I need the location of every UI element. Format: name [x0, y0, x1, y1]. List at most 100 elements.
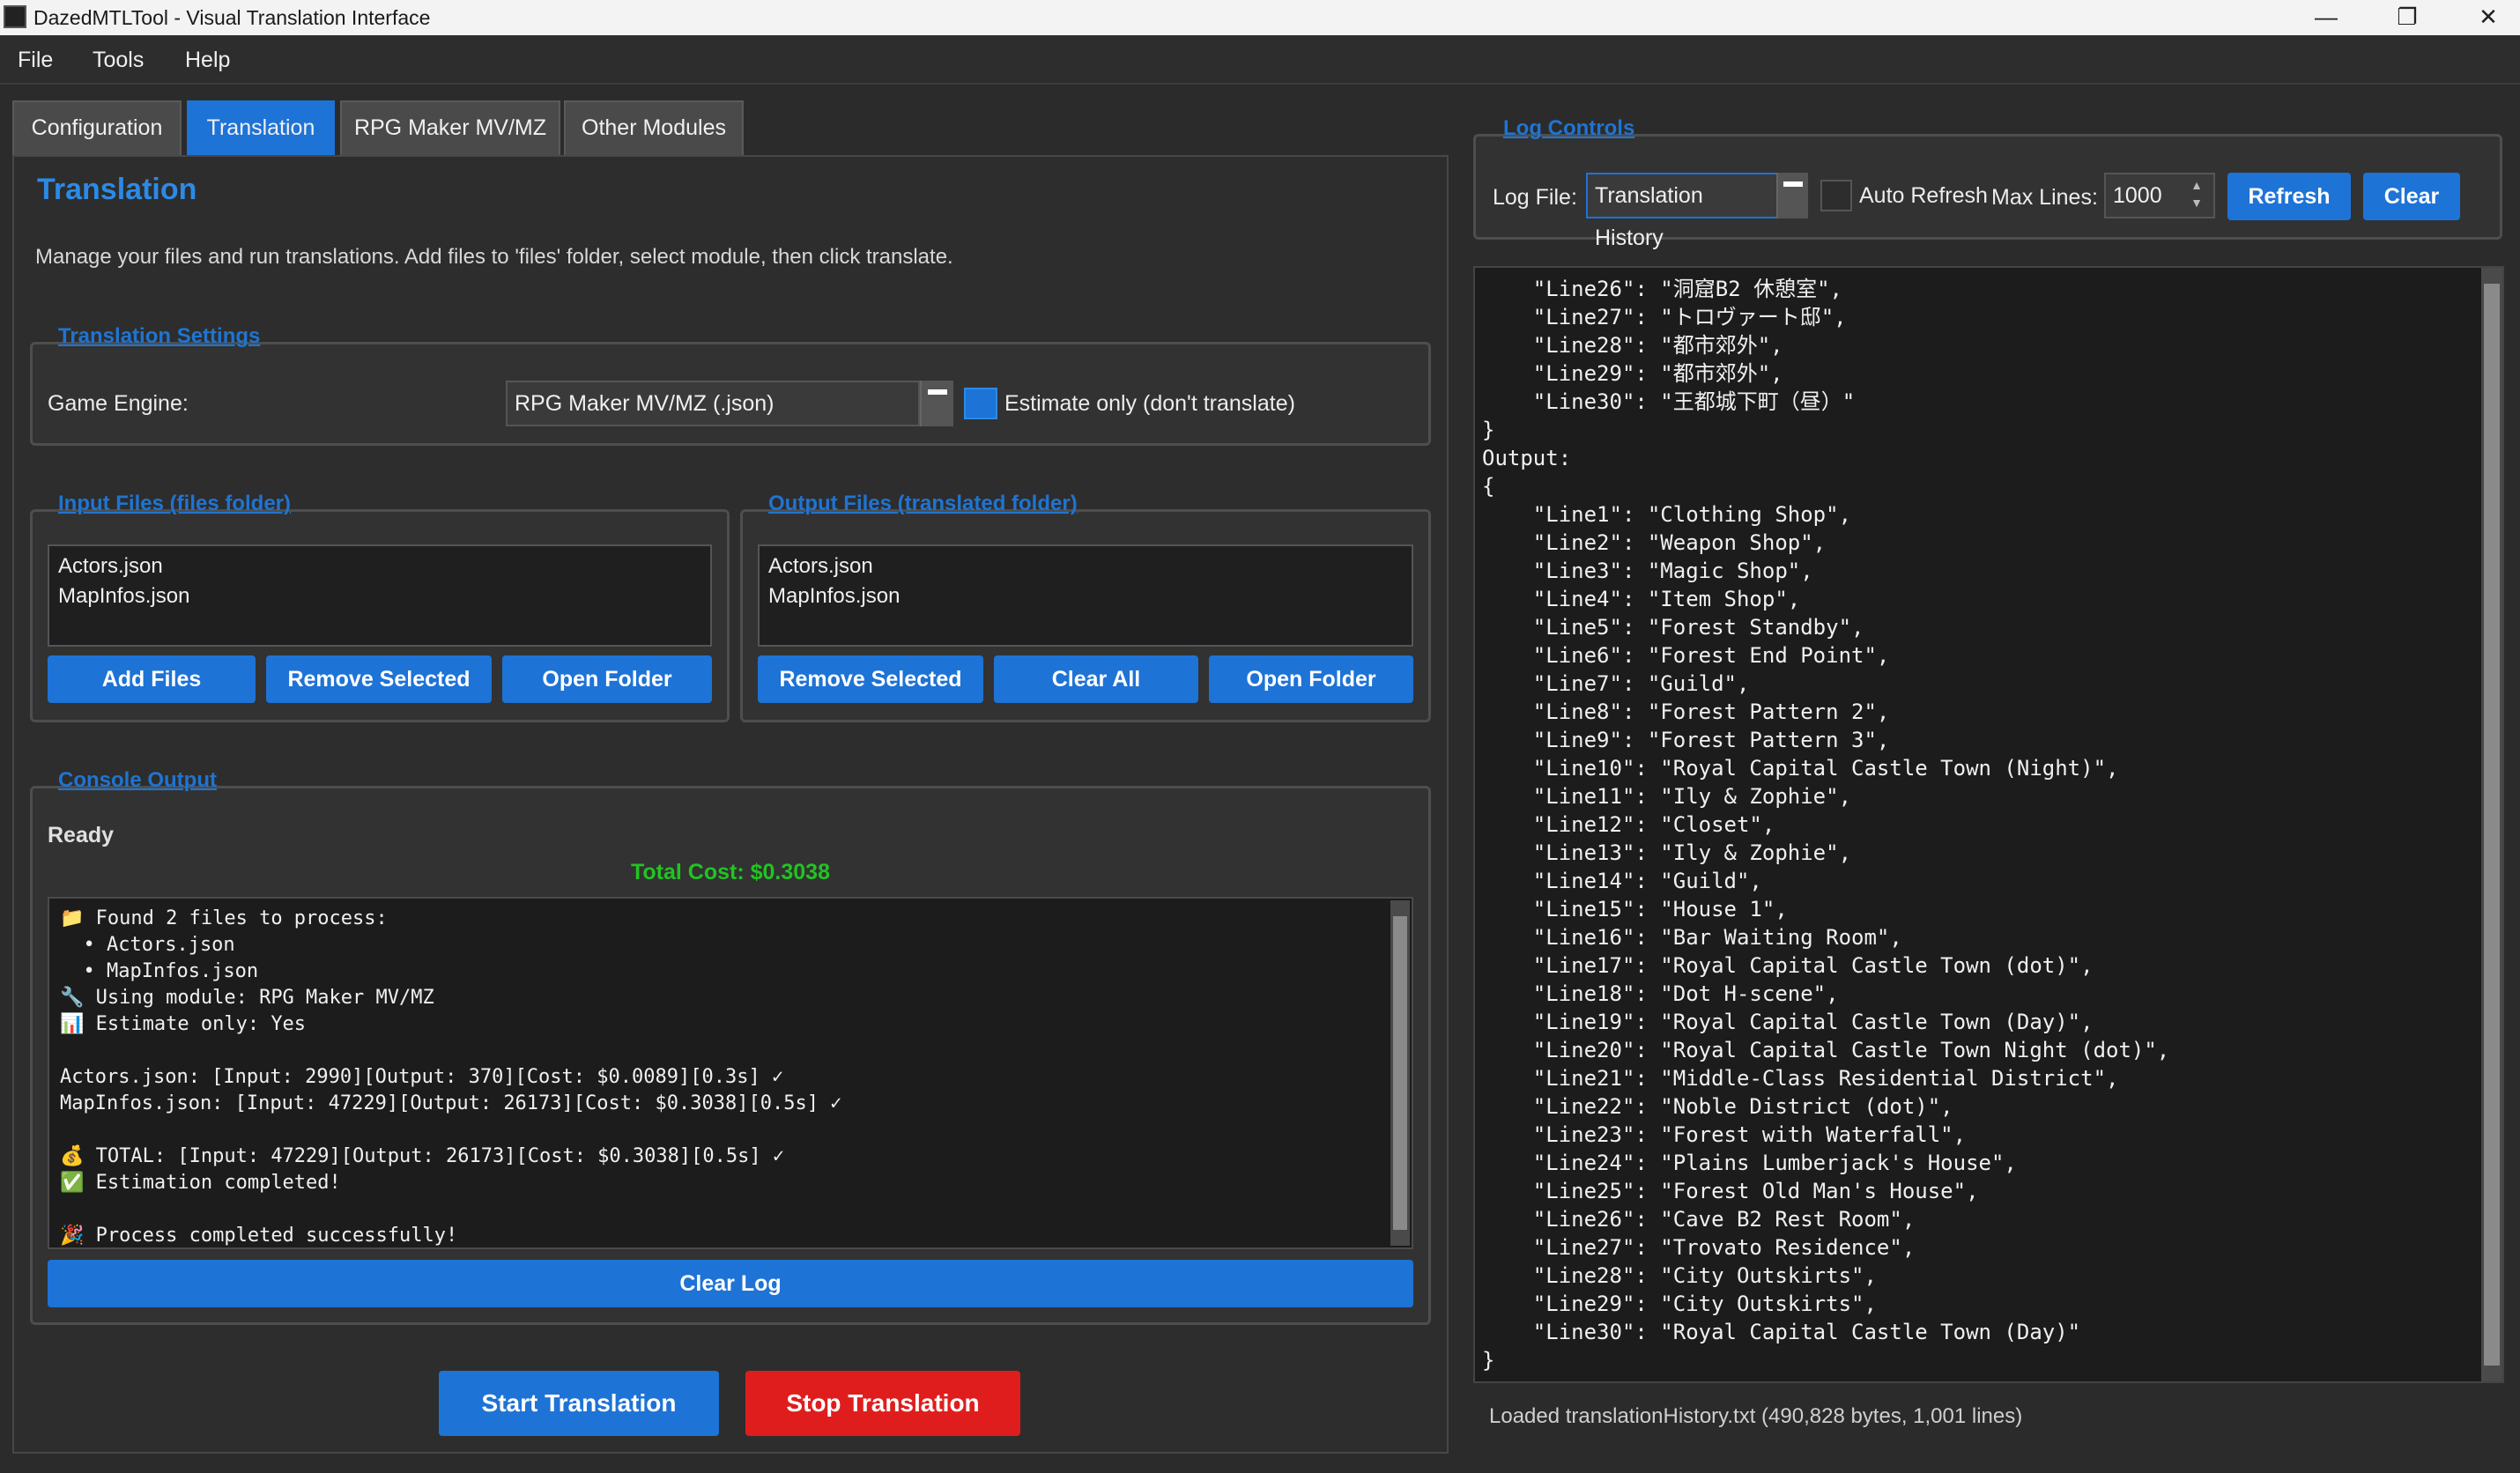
auto-refresh-label: Auto Refresh [1859, 183, 1988, 208]
max-lines-value: 1000 [2113, 183, 2162, 208]
clear-log-button[interactable]: Clear Log [48, 1260, 1413, 1307]
console-scrollbar[interactable] [1390, 900, 1410, 1246]
log-line: } [1482, 1348, 1495, 1373]
log-line: Output: [1482, 446, 1572, 470]
log-file-value: Translation History [1595, 183, 1703, 250]
input-files-list[interactable]: Actors.json MapInfos.json [48, 544, 712, 647]
console-line: 🎉 Process completed successfully! [60, 1225, 458, 1247]
log-line: "Line22": "Noble District (dot)", [1482, 1094, 1953, 1119]
max-lines-label: Max Lines: [1991, 185, 2098, 210]
log-line: "Line20": "Royal Capital Castle Town Nig… [1482, 1038, 2170, 1062]
tab-other-modules[interactable]: Other Modules [564, 100, 744, 157]
output-files-title: Output Files (translated folder) [768, 492, 1078, 515]
log-status-label: Loaded translationHistory.txt (490,828 b… [1489, 1404, 2023, 1428]
log-line: "Line21": "Middle-Class Residential Dist… [1482, 1066, 2119, 1091]
refresh-button[interactable]: Refresh [2227, 173, 2351, 220]
total-cost-label: Total Cost: $0.3038 [630, 860, 830, 885]
log-line: "Line27": "Trovato Residence", [1482, 1235, 1916, 1260]
log-file-label: Log File: [1493, 185, 1577, 210]
log-line: "Line30": "王都城下町（昼）" [1482, 389, 1856, 414]
log-controls-title: Log Controls [1503, 116, 1635, 140]
translation-settings-title: Translation Settings [58, 324, 261, 348]
list-item[interactable]: Actors.json [58, 551, 701, 581]
menu-tools[interactable]: Tools [93, 48, 144, 73]
output-files-list[interactable]: Actors.json MapInfos.json [758, 544, 1413, 647]
log-line: "Line4": "Item Shop", [1482, 587, 1801, 611]
log-line: "Line27": "トロヴァート邸", [1482, 305, 1847, 329]
list-item[interactable]: MapInfos.json [768, 581, 1403, 611]
title-bar: DazedMTLTool - Visual Translation Interf… [0, 0, 2520, 35]
log-line: "Line16": "Bar Waiting Room", [1482, 925, 1902, 950]
console-line: • Actors.json [60, 934, 235, 956]
log-content: "Line26": "洞窟B2 休憩室", "Line27": "トロヴァート邸… [1482, 275, 2169, 1374]
log-line: "Line29": "都市郊外", [1482, 361, 1783, 386]
log-line: "Line18": "Dot H-scene", [1482, 981, 1839, 1006]
log-line: "Line11": "Ily & Zophie", [1482, 784, 1852, 809]
console-line: Actors.json: [Input: 2990][Output: 370][… [60, 1066, 784, 1088]
console-line: ✅ Estimation completed! [60, 1172, 341, 1194]
start-translation-button[interactable]: Start Translation [439, 1371, 719, 1436]
log-line: "Line2": "Weapon Shop", [1482, 530, 1827, 555]
log-line: "Line24": "Plains Lumberjack's House", [1482, 1151, 2017, 1175]
list-item[interactable]: Actors.json [768, 551, 1403, 581]
page-description: Manage your files and run translations. … [35, 245, 953, 269]
log-line: "Line17": "Royal Capital Castle Town (do… [1482, 953, 2094, 978]
log-line: } [1482, 418, 1495, 442]
chevron-down-icon[interactable] [1776, 173, 1808, 218]
log-line: { [1482, 474, 1495, 499]
log-line: "Line1": "Clothing Shop", [1482, 502, 1852, 527]
tab-rpg-maker[interactable]: RPG Maker MV/MZ [340, 100, 560, 157]
estimate-only-checkbox[interactable] [964, 388, 997, 419]
menu-help[interactable]: Help [185, 48, 230, 73]
log-line: "Line23": "Forest with Waterfall", [1482, 1122, 1967, 1147]
log-line: "Line3": "Magic Shop", [1482, 559, 1813, 583]
log-line: "Line10": "Royal Capital Castle Town (Ni… [1482, 756, 2119, 781]
chevron-down-icon[interactable] [920, 381, 953, 426]
console-output-title: Console Output [58, 768, 217, 792]
console-line: 💰 TOTAL: [Input: 47229][Output: 26173][C… [60, 1145, 785, 1167]
output-remove-selected-button[interactable]: Remove Selected [758, 655, 983, 703]
log-line: "Line6": "Forest End Point", [1482, 643, 1890, 668]
close-button[interactable]: ✕ [2448, 0, 2520, 35]
clear-button[interactable]: Clear [2363, 173, 2460, 220]
log-file-select[interactable]: Translation History [1586, 173, 1778, 250]
game-engine-value: RPG Maker MV/MZ (.json) [515, 391, 775, 416]
menu-file[interactable]: File [18, 48, 53, 73]
game-engine-select[interactable]: RPG Maker MV/MZ (.json) [506, 381, 920, 426]
log-text-area[interactable]: "Line26": "洞窟B2 休憩室", "Line27": "トロヴァート邸… [1473, 266, 2504, 1383]
output-open-folder-button[interactable]: Open Folder [1209, 655, 1413, 703]
log-line: "Line15": "House 1", [1482, 897, 1788, 922]
log-line: "Line28": "都市郊外", [1482, 333, 1783, 358]
tab-configuration[interactable]: Configuration [12, 100, 182, 157]
input-remove-selected-button[interactable]: Remove Selected [266, 655, 492, 703]
log-scrollbar[interactable] [2481, 268, 2502, 1381]
input-open-folder-button[interactable]: Open Folder [502, 655, 712, 703]
input-files-title: Input Files (files folder) [58, 492, 292, 515]
tab-translation[interactable]: Translation [187, 100, 335, 157]
console-line: • MapInfos.json [60, 960, 259, 982]
clear-all-button[interactable]: Clear All [994, 655, 1198, 703]
log-line: "Line14": "Guild", [1482, 869, 1762, 893]
log-line: "Line7": "Guild", [1482, 671, 1750, 696]
console-scrollbar-thumb[interactable] [1393, 916, 1407, 1230]
log-line: "Line26": "Cave B2 Rest Room", [1482, 1207, 1916, 1232]
console-line: MapInfos.json: [Input: 47229][Output: 26… [60, 1092, 842, 1114]
log-line: "Line12": "Closet", [1482, 812, 1775, 837]
log-line: "Line9": "Forest Pattern 3", [1482, 728, 1890, 752]
page-title: Translation [37, 173, 197, 206]
app-icon [4, 5, 26, 28]
log-line: "Line29": "City Outskirts", [1482, 1292, 1877, 1316]
stop-translation-button[interactable]: Stop Translation [745, 1371, 1020, 1436]
list-item[interactable]: MapInfos.json [58, 581, 701, 611]
console-line: 📊 Estimate only: Yes [60, 1013, 307, 1035]
game-engine-label: Game Engine: [48, 391, 189, 416]
spinner-arrows-icon[interactable]: ▲ ▼ [2182, 176, 2212, 215]
log-scrollbar-thumb[interactable] [2484, 284, 2500, 1366]
log-line: "Line5": "Forest Standby", [1482, 615, 1864, 640]
minimize-button[interactable]: — [2286, 0, 2367, 35]
add-files-button[interactable]: Add Files [48, 655, 256, 703]
auto-refresh-checkbox[interactable] [1820, 180, 1852, 211]
restore-button[interactable]: ❐ [2367, 0, 2448, 35]
console-text-area[interactable]: 📁 Found 2 files to process: • Actors.jso… [48, 897, 1413, 1249]
